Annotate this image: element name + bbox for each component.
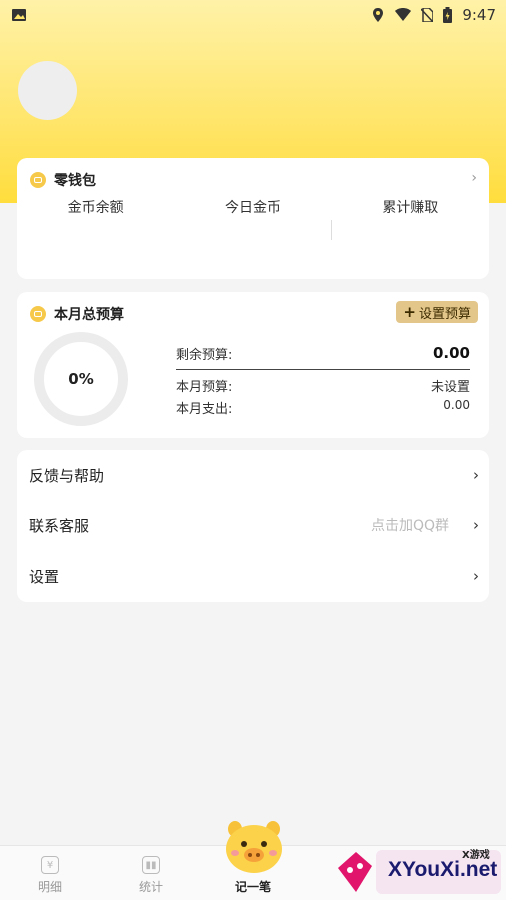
budget-title: 本月总预算 — [30, 304, 124, 324]
image-icon — [12, 9, 26, 21]
coin-icon — [30, 306, 46, 322]
tab-label: 明细 — [37, 880, 62, 894]
yen-icon: ¥ — [41, 856, 59, 874]
no-sim-icon — [421, 8, 434, 22]
remaining-value: 0.00 — [432, 344, 470, 362]
wallet-title-label: 零钱包 — [54, 173, 96, 189]
avatar[interactable] — [18, 61, 77, 120]
month-spend-label: 本月支出: — [176, 402, 233, 417]
month-budget-row: 本月预算: 未设置 — [176, 376, 470, 395]
tab-stats[interactable]: ▮▮ 统计 — [101, 846, 201, 900]
month-budget-label: 本月预算: — [176, 380, 233, 395]
wallet-col-today: 今日金币 — [224, 200, 281, 216]
menu-item-customer-service[interactable]: 联系客服 点击加QQ群 › — [17, 500, 489, 550]
plus-icon: + — [403, 303, 416, 321]
wallet-col-balance: 金币余额 — [67, 200, 124, 216]
pig-icon[interactable] — [223, 820, 285, 874]
status-bar: 9:47 — [0, 0, 506, 30]
chevron-right-icon[interactable]: › — [471, 170, 477, 186]
menu-item-settings[interactable]: 设置 › — [17, 551, 489, 601]
menu-card: 反馈与帮助 › 联系客服 点击加QQ群 › 设置 › — [17, 450, 489, 602]
divider — [331, 220, 332, 240]
menu-item-hint: 点击加QQ群 — [370, 518, 449, 534]
status-time: 9:47 — [462, 6, 496, 24]
set-budget-button[interactable]: + 设置预算 — [396, 301, 478, 323]
remaining-row: 剩余预算: 0.00 — [176, 344, 470, 363]
wifi-icon — [395, 8, 412, 21]
chevron-right-icon: › — [473, 466, 479, 484]
set-budget-label: 设置预算 — [418, 306, 471, 322]
wallet-col-total: 累计赚取 — [382, 200, 439, 216]
menu-item-label: 联系客服 — [29, 516, 90, 535]
month-spend-row: 本月支出: 0.00 — [176, 398, 470, 417]
divider — [176, 369, 470, 370]
wallet-card[interactable]: 零钱包 › 金币余额 今日金币 累计赚取 — [17, 158, 489, 279]
remaining-label: 剩余预算: — [176, 348, 233, 363]
menu-item-label: 设置 — [29, 567, 60, 586]
menu-item-feedback[interactable]: 反馈与帮助 › — [17, 450, 489, 500]
watermark-text: XYouXi.net — [388, 858, 498, 881]
menu-item-label: 反馈与帮助 — [29, 466, 105, 485]
wallet-title: 零钱包 — [30, 170, 96, 190]
tab-label: 记一笔 — [234, 880, 271, 894]
chart-icon: ▮▮ — [142, 856, 160, 874]
budget-card: 本月总预算 + 设置预算 0% 剩余预算: 0.00 本月预算: 未设置 本月支… — [17, 292, 489, 438]
wallet-columns: 金币余额 今日金币 累计赚取 — [17, 197, 489, 217]
budget-percent: 0% — [68, 370, 94, 388]
battery-icon — [443, 7, 453, 23]
month-budget-value: 未设置 — [430, 380, 470, 395]
chevron-right-icon: › — [473, 516, 479, 534]
tab-details[interactable]: ¥ 明细 — [0, 846, 100, 900]
location-icon — [373, 8, 384, 22]
coin-icon — [30, 172, 46, 188]
budget-progress-ring: 0% — [34, 332, 128, 426]
tab-label: 统计 — [138, 880, 163, 894]
budget-title-label: 本月总预算 — [54, 307, 124, 323]
month-spend-value: 0.00 — [443, 398, 470, 412]
chevron-right-icon: › — [473, 567, 479, 585]
